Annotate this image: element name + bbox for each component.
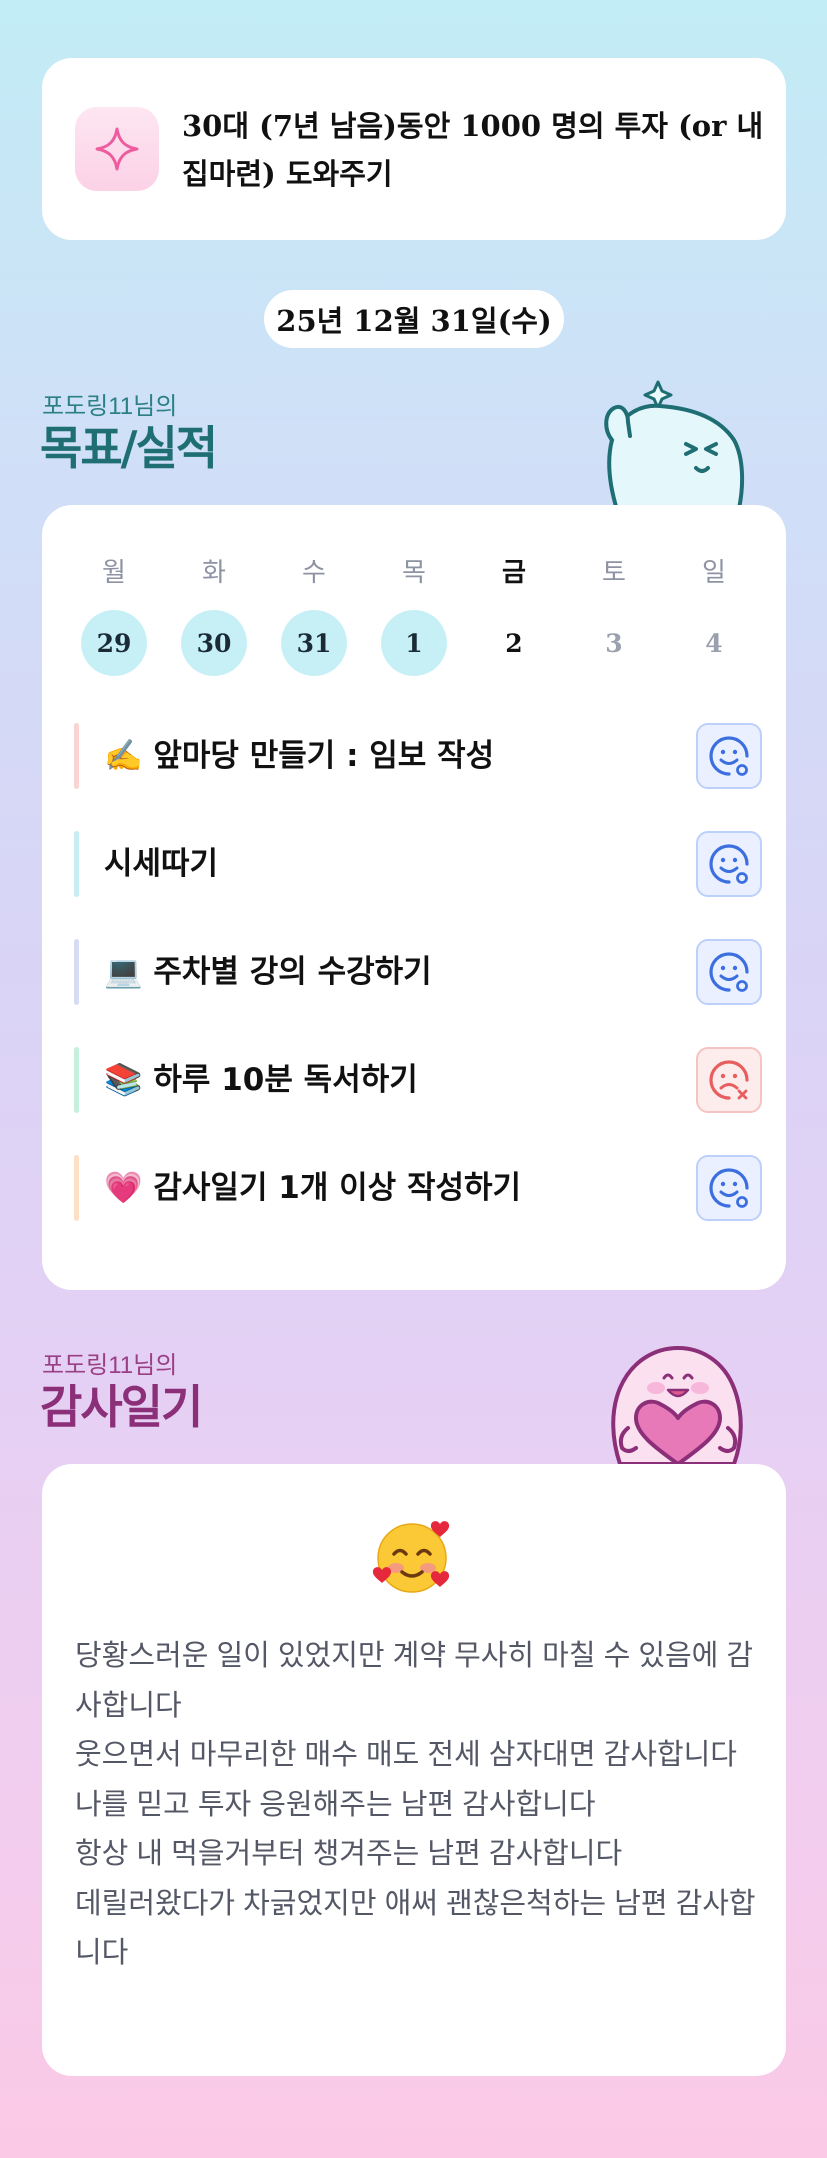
task-item[interactable]: 📚 하루 10분 독서하기 bbox=[74, 1047, 762, 1113]
date-cell[interactable]: 1 bbox=[381, 610, 447, 676]
goals-title: 목표/실적 bbox=[40, 421, 218, 475]
gratitude-line: 당황스러운 일이 있었지만 계약 무사히 마칠 수 있음에 감사합니다 bbox=[75, 1640, 754, 1722]
gratitude-title: 감사일기 bbox=[40, 1380, 203, 1434]
date-cell[interactable]: 29 bbox=[81, 610, 147, 676]
sparkle-icon bbox=[75, 107, 159, 191]
mission-text: 30대 (7년 남음)동안 1000 명의 투자 (or 내 집마련) 도와주기 bbox=[182, 109, 764, 191]
task-label: 시세따기 bbox=[104, 846, 219, 882]
task-color-bar bbox=[74, 1047, 79, 1113]
gratitude-line: 데릴러왔다가 차긁었지만 애써 괜찮은척하는 남편 감사합니다 bbox=[75, 1887, 756, 1970]
weekday-label-today: 금 bbox=[502, 558, 526, 588]
weekday-label: 월 bbox=[102, 558, 126, 588]
smiling-face-with-hearts-icon bbox=[372, 1521, 450, 1593]
weekday-label: 화 bbox=[202, 558, 226, 588]
task-color-bar bbox=[74, 723, 79, 789]
weekday-label: 토 bbox=[602, 558, 626, 588]
task-label: 💗 감사일기 1개 이상 작성하기 bbox=[104, 1170, 522, 1206]
gratitude-card: 당황스러운 일이 있었지만 계약 무사히 마칠 수 있음에 감사합니다 웃으면서… bbox=[42, 1464, 786, 2076]
task-item[interactable]: ✍️ 앞마당 만들기 : 임보 작성 bbox=[74, 723, 762, 789]
task-label: 💻 주차별 강의 수강하기 bbox=[104, 954, 432, 990]
heart-mascot-icon bbox=[611, 1345, 743, 1464]
ghost-mascot-icon bbox=[604, 380, 745, 513]
task-label: 📚 하루 10분 독서하기 bbox=[104, 1062, 418, 1098]
weekday-label: 일 bbox=[702, 558, 726, 588]
date-label[interactable]: 25년 12월 31일(수) bbox=[264, 290, 564, 348]
task-color-bar bbox=[74, 831, 79, 897]
task-item[interactable]: 💗 감사일기 1개 이상 작성하기 bbox=[74, 1155, 762, 1221]
status-good-icon[interactable] bbox=[696, 939, 762, 1005]
gratitude-line: 항상 내 먹을거부터 챙겨주는 남편 감사합니다 bbox=[75, 1838, 623, 1870]
date-cell[interactable]: 30 bbox=[181, 610, 247, 676]
task-label: ✍️ 앞마당 만들기 : 임보 작성 bbox=[104, 738, 495, 774]
date-cell[interactable]: 31 bbox=[281, 610, 347, 676]
status-good-icon[interactable] bbox=[696, 831, 762, 897]
weekday-label: 목 bbox=[402, 558, 426, 588]
task-color-bar bbox=[74, 1155, 79, 1221]
status-good-icon[interactable] bbox=[696, 1155, 762, 1221]
gratitude-line: 나를 믿고 투자 응원해주는 남편 감사합니다 bbox=[75, 1788, 596, 1821]
weekday-label: 수 bbox=[302, 558, 326, 588]
task-item[interactable]: 시세따기 bbox=[74, 831, 762, 897]
task-item[interactable]: 💻 주차별 강의 수강하기 bbox=[74, 939, 762, 1005]
task-color-bar bbox=[74, 939, 79, 1005]
status-bad-icon[interactable] bbox=[696, 1047, 762, 1113]
status-good-icon[interactable] bbox=[696, 723, 762, 789]
date-cell-today[interactable]: 2 bbox=[481, 610, 547, 676]
date-cell[interactable]: 3 bbox=[581, 610, 647, 676]
weekday-row: 월 화 수 목 금 토 일 bbox=[64, 553, 764, 593]
date-cell[interactable]: 4 bbox=[681, 610, 747, 676]
gratitude-entries: 당황스러운 일이 있었지만 계약 무사히 마칠 수 있음에 감사합니다 웃으면서… bbox=[75, 1632, 760, 1979]
gratitude-line: 웃으면서 마무리한 매수 매도 전세 삼자대면 감사합니다 bbox=[75, 1739, 737, 1771]
date-row: 29 30 31 1 2 3 4 bbox=[64, 610, 764, 676]
mission-card: 30대 (7년 남음)동안 1000 명의 투자 (or 내 집마련) 도와주기 bbox=[42, 58, 786, 240]
goals-card: 월 화 수 목 금 토 일 29 30 31 1 2 3 4 ✍️ 앞마당 만들… bbox=[42, 505, 786, 1290]
